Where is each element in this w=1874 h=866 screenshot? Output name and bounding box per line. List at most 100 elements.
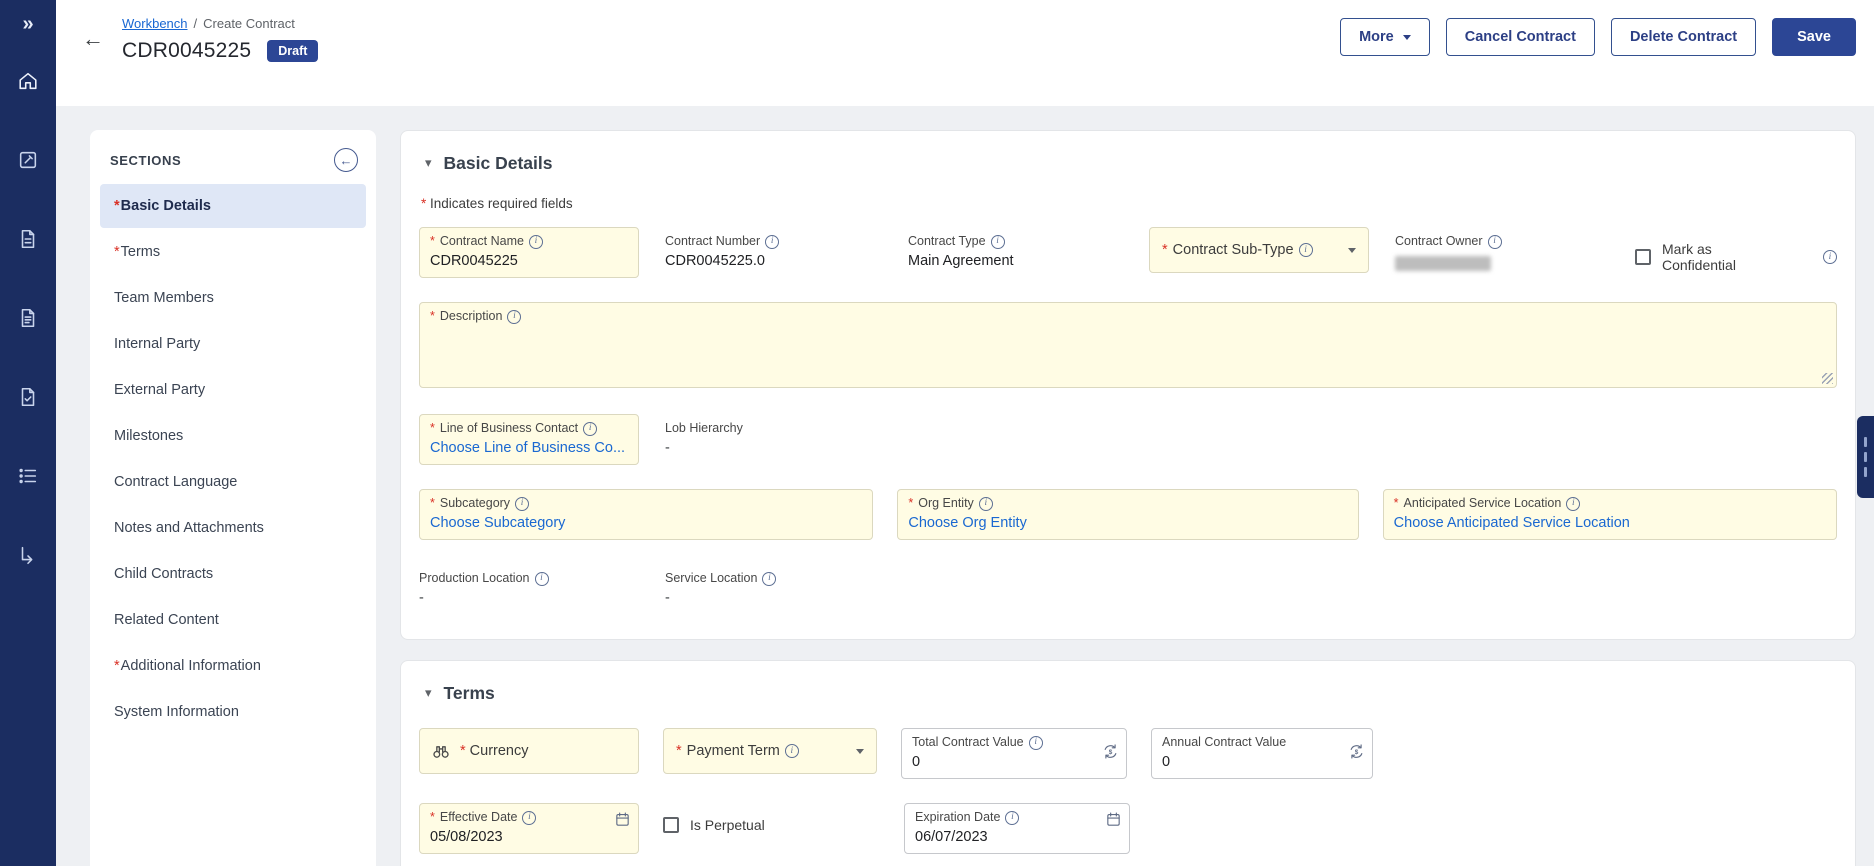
info-icon[interactable]: i [534,571,549,586]
sidebar-item-child-contracts[interactable]: Child Contracts [100,552,366,596]
breadcrumb-workbench-link[interactable]: Workbench [122,16,188,31]
lob-hierarchy-value: - [665,440,670,456]
basic-details-header[interactable]: ▾ Basic Details [419,145,1837,178]
contract-name-value[interactable]: CDR0045225 [430,253,628,269]
home-icon[interactable] [8,61,48,101]
collapse-panel-button[interactable]: ← [334,148,358,172]
category-row: * Subcategory i Choose Subcategory * Org… [419,489,1838,540]
sidebar-expand-icon[interactable]: » [8,4,48,44]
collapse-section-icon[interactable]: ▾ [425,156,432,171]
sidebar-item-related-content[interactable]: Related Content [100,598,366,642]
sidebar-item-notes-and-attachments[interactable]: Notes and Attachments [100,506,366,550]
delete-contract-button[interactable]: Delete Contract [1610,18,1757,56]
info-icon[interactable]: i [1005,810,1020,825]
expiration-date-value[interactable]: 06/07/2023 [915,829,1119,845]
choose-org-entity-link[interactable]: Choose Org Entity [908,515,1347,531]
sidebar-item-internal-party[interactable]: Internal Party [100,322,366,366]
annual-contract-value-field[interactable]: Annual Contract Value 0 $ [1151,728,1373,779]
sidebar-item-additional-information[interactable]: * Additional Information [100,644,366,688]
currency-field[interactable]: * Currency [419,728,639,774]
info-icon[interactable]: i [515,496,530,511]
svg-text:$: $ [1109,749,1113,756]
sidebar-item-contract-language[interactable]: Contract Language [100,460,366,504]
locations-row: Production Location i - Service Location… [419,564,1837,613]
info-icon[interactable]: i [507,309,522,324]
sidebar-item-terms[interactable]: * Terms [100,230,366,274]
right-panel-tab[interactable] [1857,416,1874,498]
save-button[interactable]: Save [1772,18,1856,56]
title-block: Workbench / Create Contract CDR0045225 D… [122,10,319,63]
info-icon[interactable]: i [784,744,799,758]
cancel-contract-button[interactable]: Cancel Contract [1445,18,1595,56]
currency-exchange-icon[interactable]: $ [1102,743,1119,765]
page-header: ← Workbench / Create Contract CDR0045225… [56,0,1874,106]
terms-row-1: * Currency * Payment Term i Total Contra… [419,728,1837,779]
sections-panel: SECTIONS ← * Basic Details * Terms Team … [90,130,376,866]
more-button[interactable]: More [1340,18,1430,56]
document-icon[interactable] [8,219,48,259]
info-icon[interactable]: i [1028,735,1043,750]
calendar-icon[interactable] [614,811,631,833]
mark-as-confidential-checkbox[interactable] [1635,249,1651,265]
info-icon[interactable]: i [1298,243,1313,257]
terms-row-2: * Effective Date i 05/08/2023 Is Perpetu… [419,803,1837,854]
anticipated-service-location-field[interactable]: * Anticipated Service Location i Choose … [1382,489,1838,540]
is-perpetual-field: Is Perpetual [663,817,880,833]
expiration-date-field[interactable]: Expiration Date i 06/07/2023 [904,803,1130,854]
subcategory-field[interactable]: * Subcategory i Choose Subcategory [419,489,874,540]
annual-contract-value[interactable]: 0 [1162,754,1362,770]
payment-term-dropdown[interactable]: * Payment Term i [663,728,877,774]
currency-exchange-icon[interactable]: $ [1348,743,1365,765]
collapse-section-icon[interactable]: ▾ [425,686,432,701]
terms-header[interactable]: ▾ Terms [419,675,1837,708]
required-note: * Indicates required fields [421,196,573,211]
terms-card: ▾ Terms * Currency * Payment Term i Tota… [400,660,1856,866]
sidebar-item-milestones[interactable]: Milestones [100,414,366,458]
page-title: CDR0045225 [122,39,252,62]
main-area: ← Workbench / Create Contract CDR0045225… [56,0,1874,866]
contract-number-field: Contract Number i CDR0045225.0 [665,227,882,276]
choose-line-of-business-contact-link[interactable]: Choose Line of Business Co... [430,440,628,456]
info-icon[interactable]: i [1566,496,1581,511]
sidebar-item-system-information[interactable]: System Information [100,690,366,734]
contract-name-field[interactable]: * Contract Name i CDR0045225 [419,227,639,278]
sidebar-item-basic-details[interactable]: * Basic Details [100,184,366,228]
description-field[interactable]: * Description i [419,302,1837,388]
sidebar-item-external-party[interactable]: External Party [100,368,366,412]
choose-anticipated-service-location-link[interactable]: Choose Anticipated Service Location [1394,515,1826,531]
compose-icon[interactable] [8,140,48,180]
is-perpetual-checkbox[interactable] [663,817,679,833]
info-icon[interactable]: i [1823,250,1837,264]
binoculars-icon [433,746,449,758]
app-sidebar: » [0,0,56,866]
info-icon[interactable]: i [978,496,993,511]
sidebar-item-team-members[interactable]: Team Members [100,276,366,320]
effective-date-field[interactable]: * Effective Date i 05/08/2023 [419,803,639,854]
app: » ← Workbench / Create Contract CDR00452… [0,0,1874,866]
workflow-icon[interactable] [8,535,48,575]
resize-handle[interactable] [1822,373,1833,384]
calendar-icon[interactable] [1105,811,1122,833]
info-icon[interactable]: i [765,234,780,249]
choose-subcategory-link[interactable]: Choose Subcategory [430,515,862,531]
info-icon[interactable]: i [583,421,598,436]
lob-hierarchy-field: Lob Hierarchy - [665,414,885,463]
document-check-icon[interactable] [8,377,48,417]
info-icon[interactable]: i [990,234,1005,249]
total-contract-value-field[interactable]: Total Contract Value i 0 $ [901,728,1127,779]
contract-sub-type-dropdown[interactable]: * Contract Sub-Type i [1149,227,1369,273]
effective-date-value[interactable]: 05/08/2023 [430,829,628,845]
info-icon[interactable]: i [762,571,777,586]
info-icon[interactable]: i [1487,234,1502,249]
contract-owner-field: Contract Owner i [1395,227,1595,278]
breadcrumb-separator: / [193,16,198,31]
list-icon[interactable] [8,456,48,496]
lob-row: * Line of Business Contact i Choose Line… [419,414,1837,465]
total-contract-value[interactable]: 0 [912,754,1116,770]
line-of-business-contact-field[interactable]: * Line of Business Contact i Choose Line… [419,414,639,465]
back-arrow-icon[interactable]: ← [82,26,104,52]
document-lines-icon[interactable] [8,298,48,338]
org-entity-field[interactable]: * Org Entity i Choose Org Entity [897,489,1359,540]
info-icon[interactable]: i [522,810,537,825]
info-icon[interactable]: i [528,234,543,249]
